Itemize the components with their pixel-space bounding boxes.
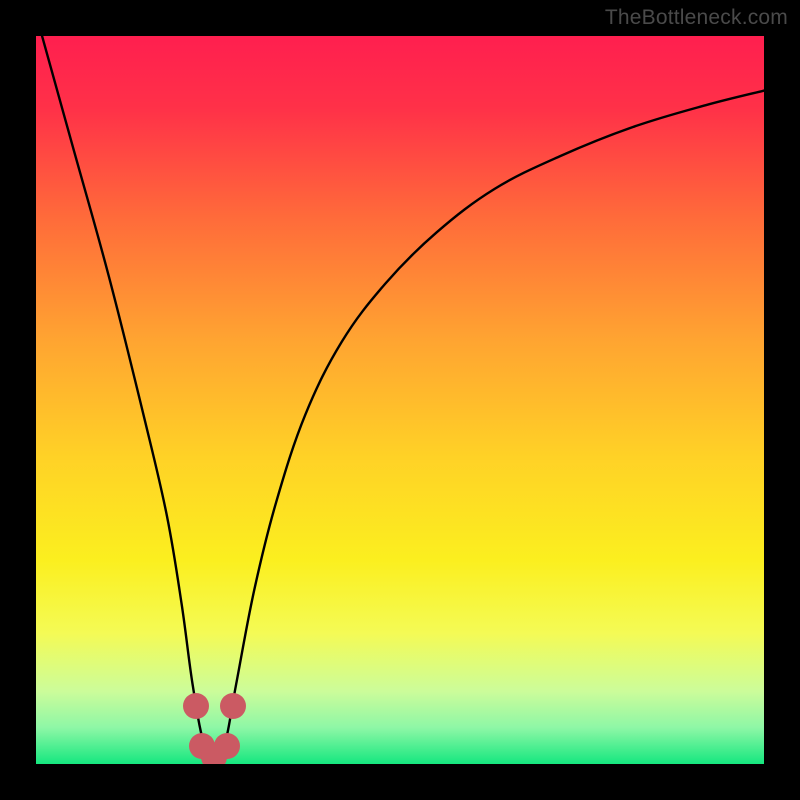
optimum-marker <box>220 693 246 719</box>
plot-area <box>36 36 764 764</box>
optimum-marker <box>183 693 209 719</box>
chart-frame: TheBottleneck.com <box>0 0 800 800</box>
optimum-marker <box>214 733 240 759</box>
watermark-text: TheBottleneck.com <box>605 6 788 30</box>
background-gradient <box>36 36 764 764</box>
